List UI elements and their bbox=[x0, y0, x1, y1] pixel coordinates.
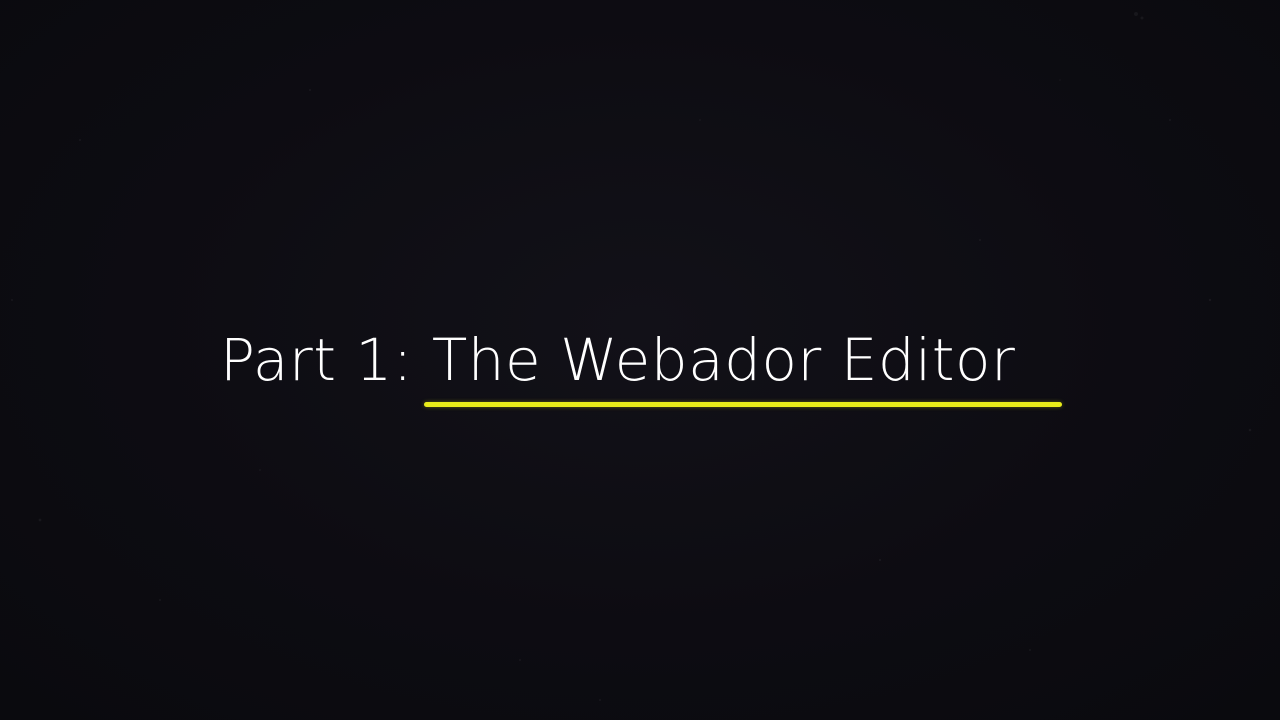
slide-title: Part 1: The Webador Editor bbox=[220, 322, 1015, 398]
title-section-name: The Webador Editor bbox=[431, 326, 1016, 394]
title-slide: Part 1: The Webador Editor bbox=[0, 0, 1280, 720]
title-part-label: Part 1: bbox=[220, 326, 432, 394]
title-underline-accent bbox=[424, 402, 1062, 407]
